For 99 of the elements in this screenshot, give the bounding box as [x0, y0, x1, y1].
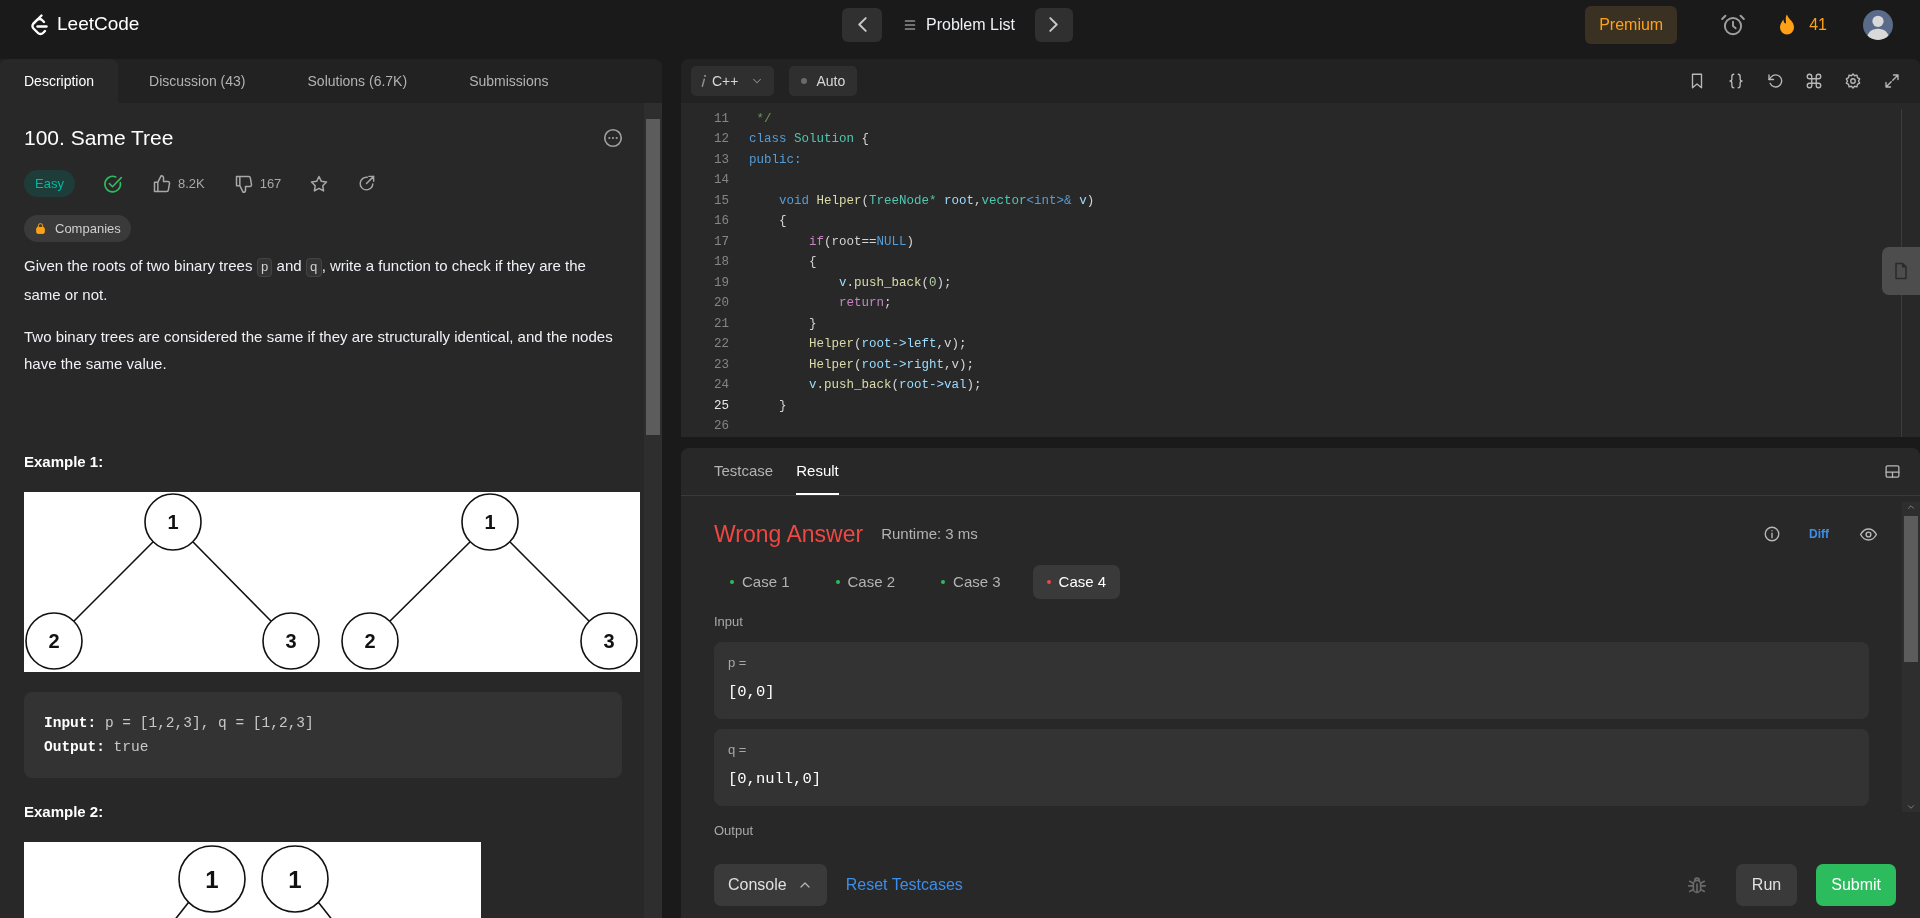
line-number: 14: [713, 172, 729, 190]
code-line: }: [808, 315, 817, 333]
line-number: 13: [713, 151, 729, 169]
scrollbar-thumb[interactable]: [1904, 516, 1918, 662]
reset-testcases-link[interactable]: Reset Testcases: [845, 873, 963, 897]
line-number: 12: [713, 131, 729, 149]
code-line: class Solution {: [749, 131, 870, 149]
line-number: 21: [713, 315, 729, 333]
diff-toggle[interactable]: Diff: [1809, 525, 1829, 543]
settings-icon[interactable]: [1844, 72, 1862, 90]
premium-button[interactable]: Premium: [1585, 5, 1678, 44]
runtime-text: Runtime: 3 ms: [881, 523, 978, 544]
code-line: }: [778, 397, 787, 415]
reset-icon[interactable]: [1766, 72, 1784, 90]
companies-tag[interactable]: Companies: [24, 215, 131, 242]
line-number: 16: [713, 213, 729, 231]
result-tab[interactable]: Result: [796, 448, 839, 495]
share-icon[interactable]: [357, 174, 377, 193]
line-number: 23: [713, 356, 729, 374]
line-number: 24: [713, 377, 729, 395]
command-icon[interactable]: [1805, 72, 1823, 90]
description-paragraph: Two binary trees are considered the same if they are structurally identical, and the nodes have the same value.: [24, 327, 614, 374]
language-dropdown[interactable]: C++: [691, 66, 775, 96]
lock-icon: [34, 222, 47, 235]
dislike-button[interactable]: 167: [233, 173, 282, 194]
problem-title: 100. Same Tree: [24, 125, 174, 151]
tree-node: 3: [580, 612, 638, 670]
tree-node: 2: [25, 612, 83, 670]
previous-button[interactable]: [842, 7, 882, 42]
tree-node: 3: [262, 612, 320, 670]
case-tab[interactable]: Case 2: [821, 565, 910, 599]
logo-text[interactable]: LeetCode: [57, 10, 140, 39]
parameter-name: p =: [728, 653, 748, 672]
result-tab[interactable]: Testcase: [714, 448, 774, 495]
code-line: Helper(root->right,v);: [808, 356, 975, 374]
line-number: 20: [713, 295, 729, 313]
parameter-value: [0,null,0]: [728, 768, 822, 790]
scrollbar-thumb[interactable]: [646, 119, 660, 435]
run-button[interactable]: Run: [1735, 864, 1798, 906]
italic-icon: [701, 75, 706, 87]
example-code-line: Input: p = [1,2,3], q = [1,2,3]: [44, 714, 315, 733]
tree-node: 2: [341, 612, 399, 670]
auto-mode-button[interactable]: Auto: [789, 66, 858, 96]
panel-tab[interactable]: Submissions: [438, 59, 580, 103]
line-number: 15: [713, 192, 729, 210]
verdict-title: Wrong Answer: [714, 519, 864, 549]
parameter-value: [0,0]: [728, 681, 776, 703]
like-button[interactable]: 8.2K: [151, 173, 205, 194]
code-line: */: [755, 110, 772, 128]
description-paragraph: Given the roots of two binary trees p and q , write a function to check if they are the same or not.: [24, 256, 587, 305]
section-label: Input: [714, 613, 744, 631]
chevron-left-icon: [857, 17, 867, 32]
case-tab[interactable]: Case 4: [1032, 565, 1121, 599]
tree-node: 1: [461, 493, 519, 551]
case-tab[interactable]: Case 1: [716, 565, 804, 599]
next-button[interactable]: [1034, 7, 1073, 42]
streak-count[interactable]: 41: [1809, 12, 1827, 37]
panel-tab[interactable]: Discussion (43): [118, 59, 277, 103]
thumbs-down-icon: [233, 173, 254, 194]
expand-icon[interactable]: [1883, 72, 1901, 90]
tree-node: 1: [144, 493, 202, 551]
line-number: 25: [713, 397, 729, 415]
line-number: 19: [713, 274, 729, 292]
code-line: public:: [749, 151, 802, 169]
code-line: {: [778, 213, 787, 231]
problem-list-button[interactable]: Problem List: [896, 12, 1021, 37]
parameter-name: q =: [728, 740, 748, 759]
console-button[interactable]: Console: [714, 864, 827, 906]
tree-node: 1: [261, 845, 329, 913]
avatar[interactable]: [1863, 9, 1893, 40]
line-number: 17: [713, 233, 729, 251]
example-code-line: Output: true: [44, 738, 150, 757]
line-number: 26: [713, 418, 729, 436]
info-icon[interactable]: [1763, 525, 1781, 543]
code-line: v.push_back(0);: [838, 274, 952, 292]
more-options-icon[interactable]: [602, 127, 624, 149]
chevron-right-icon: [1049, 17, 1059, 32]
example-heading: Example 2:: [24, 802, 105, 822]
braces-icon[interactable]: [1727, 72, 1745, 90]
line-number: 11: [713, 110, 729, 128]
bug-icon[interactable]: [1685, 874, 1708, 896]
code-line: v.push_back(root->val);: [808, 377, 982, 395]
panel-tab[interactable]: Solutions (6.7K): [276, 59, 439, 103]
thumbs-up-icon: [151, 173, 172, 194]
star-icon[interactable]: [309, 173, 330, 194]
section-label: Output: [714, 822, 755, 839]
code-line: if(root==NULL): [808, 233, 915, 251]
code-line: void Helper(TreeNode* root,vector<int>& v): [778, 192, 1095, 210]
example-heading: Example 1:: [24, 452, 105, 472]
code-line: return;: [838, 295, 892, 313]
code-line: Helper(root->left,v);: [808, 336, 967, 354]
line-number: 18: [713, 254, 729, 272]
difficulty-tag: Easy: [24, 170, 75, 197]
code-line: {: [808, 254, 817, 272]
line-number: 22: [713, 336, 729, 354]
case-tab[interactable]: Case 3: [927, 565, 1015, 599]
tree-node: 1: [178, 845, 246, 913]
panel-tab[interactable]: Description: [0, 59, 119, 103]
layout-icon[interactable]: [1884, 463, 1901, 480]
